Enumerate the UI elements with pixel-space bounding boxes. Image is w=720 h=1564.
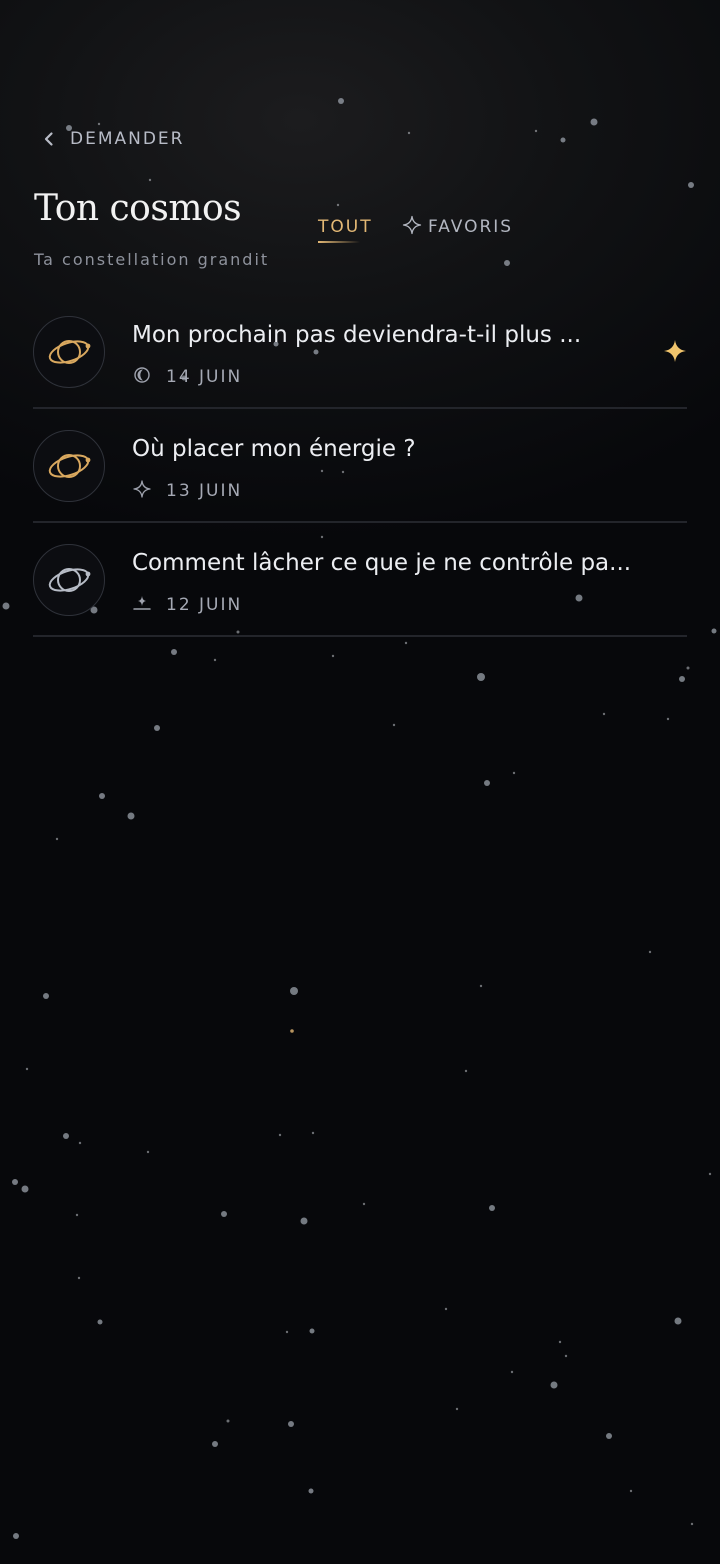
question-text: Mon prochain pas deviendra-t-il plus ... (132, 322, 582, 348)
question-list: Mon prochain pas deviendra-t-il plus ...… (33, 295, 687, 637)
tab-all-label: TOUT (318, 217, 373, 237)
back-button[interactable]: DEMANDER (40, 124, 185, 154)
tab-favorites-label: FAVORIS (428, 217, 514, 237)
page-title: Ton cosmos (34, 188, 242, 229)
question-text: Comment lâcher ce que je ne contrôle pa.… (132, 550, 632, 576)
favorite-star-icon[interactable] (663, 339, 687, 363)
back-label: DEMANDER (70, 129, 185, 149)
tab-favorites[interactable]: FAVORIS (402, 212, 513, 242)
entry-meta: 14 JUIN (132, 365, 242, 389)
sparkle-icon (132, 479, 152, 503)
list-item[interactable]: Comment lâcher ce que je ne contrôle pa.… (33, 523, 687, 637)
list-item[interactable]: Mon prochain pas deviendra-t-il plus ...… (33, 295, 687, 409)
question-text: Où placer mon énergie ? (132, 436, 416, 462)
page-subtitle: Ta constellation grandit (34, 250, 270, 269)
active-tab-underline (318, 241, 360, 243)
list-item[interactable]: Où placer mon énergie ? 13 JUIN (33, 409, 687, 523)
tab-all[interactable]: TOUT (318, 212, 373, 243)
horizon-icon (132, 593, 152, 617)
entry-meta: 12 JUIN (132, 593, 242, 617)
planet-silver-icon (33, 544, 105, 616)
chevron-left-icon (40, 130, 58, 148)
star-outline-icon (402, 215, 422, 240)
entry-date: 14 JUIN (166, 367, 243, 387)
planet-gold-icon (33, 316, 105, 388)
entry-date: 13 JUIN (166, 481, 243, 501)
entry-date: 12 JUIN (166, 595, 243, 615)
moon-icon (132, 365, 152, 389)
planet-gold-icon (33, 430, 105, 502)
entry-meta: 13 JUIN (132, 479, 242, 503)
